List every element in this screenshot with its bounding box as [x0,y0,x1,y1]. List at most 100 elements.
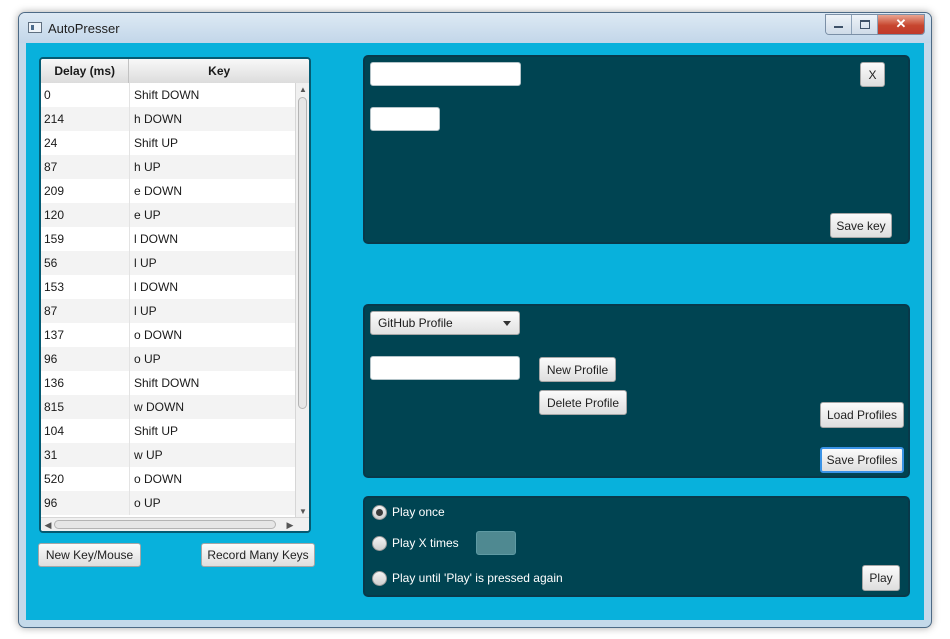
vertical-scrollbar[interactable]: ▲ ▼ [295,83,309,519]
table-row[interactable]: 153 l DOWN [41,275,297,299]
play-x-times-radio[interactable] [372,535,387,551]
app-window: AutoPresser ✕ Delay (ms) Key 0 Shift DOWN… [18,12,932,628]
key-cell: l DOWN [134,232,178,246]
save-profiles-button[interactable]: Save Profiles [820,447,904,473]
table-row[interactable]: 0 Shift DOWN [41,83,297,107]
key-cell: l UP [134,304,157,318]
play-until-radio[interactable] [372,570,387,586]
title-bar[interactable]: AutoPresser ✕ [19,13,931,43]
close-window-icon[interactable]: ✕ [878,15,924,34]
table-row[interactable]: 520 o DOWN [41,467,297,491]
table-row[interactable]: 96 o UP [41,347,297,371]
profile-name-field[interactable] [370,356,520,380]
window-controls: ✕ [825,14,925,35]
key-cell: Shift DOWN [134,88,200,102]
delay-cell: 159 [41,227,130,251]
key-cell: h DOWN [134,112,182,126]
play-button[interactable]: Play [862,565,900,591]
horizontal-scroll-thumb[interactable] [54,520,276,529]
delay-cell: 520 [41,467,130,491]
delay-cell: 136 [41,371,130,395]
delay-cell: 0 [41,83,130,107]
play-once-label: Play once [392,505,445,519]
delay-cell: 815 [41,395,130,419]
key-cell: Shift UP [134,424,179,438]
delay-cell: 120 [41,203,130,227]
new-profile-button[interactable]: New Profile [539,357,616,382]
table-row[interactable]: 31 w UP [41,443,297,467]
times-field[interactable] [476,531,516,555]
scroll-up-icon[interactable]: ▲ [299,85,307,95]
delete-profile-button[interactable]: Delete Profile [539,390,627,415]
play-x-times-label: Play X times [392,536,459,550]
key-cell: w DOWN [134,400,184,414]
window-title: AutoPresser [48,21,120,36]
table-row[interactable]: 87 h UP [41,155,297,179]
play-x-times-option[interactable]: Play X times [372,534,459,552]
vertical-scroll-thumb[interactable] [298,97,307,409]
delay-cell: 96 [41,347,130,371]
scroll-down-icon[interactable]: ▼ [299,507,307,517]
minimize-icon[interactable] [826,15,852,34]
close-editor-button[interactable]: X [860,62,885,87]
table-row[interactable]: 214 h DOWN [41,107,297,131]
table-row[interactable]: 209 e DOWN [41,179,297,203]
table-body: 0 Shift DOWN 214 h DOWN 24 Shift UP 87 h UP 209 e… [41,83,297,515]
delay-cell: 209 [41,179,130,203]
key-cell: h UP [134,160,161,174]
events-table: Delay (ms) Key 0 Shift DOWN 214 h DOWN 24 Shi… [39,57,311,533]
play-once-radio[interactable] [372,504,387,520]
delay-cell: 104 [41,419,130,443]
table-row[interactable]: 56 l UP [41,251,297,275]
delay-cell: 214 [41,107,130,131]
scroll-right-icon[interactable]: ▶ [285,519,295,531]
delay-cell: 31 [41,443,130,467]
horizontal-scrollbar[interactable]: ◀ ▶ [41,517,309,531]
playback-panel: Play once Play X times Play until 'Play'… [363,496,910,597]
table-row[interactable]: 136 Shift DOWN [41,371,297,395]
table-row[interactable]: 120 e UP [41,203,297,227]
table-row[interactable]: 159 l DOWN [41,227,297,251]
key-cell: e UP [134,208,161,222]
table-row[interactable]: 815 w DOWN [41,395,297,419]
table-header: Delay (ms) Key [41,59,309,84]
profiles-panel: GitHub Profile New Profile Delete Profil… [363,304,910,478]
play-once-option[interactable]: Play once [372,503,445,521]
profile-dropdown[interactable]: GitHub Profile [370,311,520,335]
table-row[interactable]: 104 Shift UP [41,419,297,443]
chevron-down-icon [503,321,511,326]
delay-field[interactable] [370,107,440,131]
load-profiles-button[interactable]: Load Profiles [820,402,904,428]
column-header-key[interactable]: Key [129,59,309,83]
main-content: Delay (ms) Key 0 Shift DOWN 214 h DOWN 24 Shi… [26,43,924,620]
key-cell: w UP [134,448,163,462]
play-until-option[interactable]: Play until 'Play' is pressed again [372,569,563,587]
scroll-left-icon[interactable]: ◀ [43,519,53,531]
delay-cell: 153 [41,275,130,299]
maximize-icon[interactable] [852,15,878,34]
key-cell: o UP [134,352,161,366]
key-cell: e DOWN [134,184,182,198]
key-cell: l UP [134,256,157,270]
key-name-field[interactable] [370,62,521,86]
new-key-mouse-button[interactable]: New Key/Mouse [38,543,141,567]
key-cell: o DOWN [134,328,182,342]
key-cell: o DOWN [134,472,182,486]
profile-dropdown-value: GitHub Profile [378,316,453,330]
table-row[interactable]: 137 o DOWN [41,323,297,347]
delay-cell: 56 [41,251,130,275]
key-cell: Shift DOWN [134,376,200,390]
table-row[interactable]: 87 l UP [41,299,297,323]
app-icon [28,22,42,33]
delay-cell: 24 [41,131,130,155]
save-key-button[interactable]: Save key [830,213,892,238]
delay-cell: 87 [41,299,130,323]
table-row[interactable]: 24 Shift UP [41,131,297,155]
play-until-label: Play until 'Play' is pressed again [392,571,563,585]
delay-cell: 137 [41,323,130,347]
record-many-keys-button[interactable]: Record Many Keys [201,543,315,567]
key-cell: Shift UP [134,136,179,150]
table-row[interactable]: 96 o UP [41,491,297,515]
column-header-delay[interactable]: Delay (ms) [41,59,130,83]
delay-cell: 87 [41,155,130,179]
